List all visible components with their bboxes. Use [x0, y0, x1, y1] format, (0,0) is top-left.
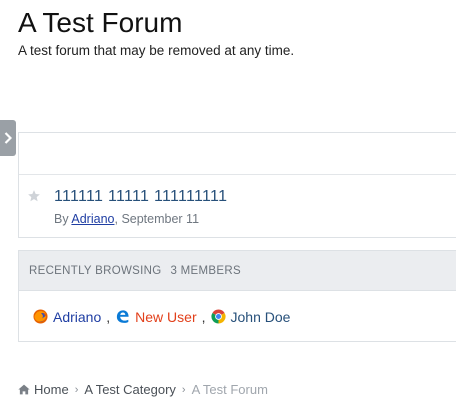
topic-title-link[interactable]: 111111 11111 111111111 [54, 188, 227, 206]
member-separator: , [201, 308, 206, 325]
breadcrumb-current: A Test Forum [191, 382, 268, 397]
chevron-right-icon [4, 132, 12, 144]
recently-browsing-list: Adriano , New User , John Doe [19, 291, 456, 342]
breadcrumb-home-link[interactable]: Home [34, 382, 69, 397]
topic-author-link[interactable]: Adriano [71, 212, 114, 226]
topic-list: 111111 11111 111111111 By Adriano, Septe… [18, 132, 456, 238]
recently-browsing-label: Recently Browsing [29, 264, 162, 277]
forum-description: A test forum that may be removed at any … [18, 43, 295, 58]
firefox-icon [33, 309, 48, 324]
topic-by-label: By [54, 212, 69, 226]
home-icon [18, 384, 30, 395]
member-name-link[interactable]: John Doe [231, 309, 291, 325]
breadcrumb-category-link[interactable]: A Test Category [84, 382, 176, 397]
recently-browsing-panel: Recently Browsing 3 members Adriano , Ne… [18, 250, 456, 342]
member-name-link[interactable]: New User [135, 309, 196, 325]
member-item: Adriano [33, 309, 101, 325]
page-title: A Test Forum [18, 7, 183, 38]
member-name-link[interactable]: Adriano [53, 309, 101, 325]
sidebar-toggle-button[interactable] [0, 120, 16, 156]
forum-page: A Test Forum A test forum that may be re… [0, 0, 456, 420]
chevron-right-icon: › [74, 383, 79, 396]
star-icon[interactable] [27, 189, 41, 203]
topic-date: September 11 [121, 212, 200, 226]
recently-browsing-header: Recently Browsing 3 members [19, 251, 456, 291]
topic-row: 111111 11111 111111111 By Adriano, Septe… [19, 175, 456, 239]
forum-header: A Test Forum A test forum that may be re… [18, 6, 456, 60]
recently-browsing-count: 3 members [170, 264, 241, 277]
member-item: John Doe [210, 309, 291, 325]
member-separator: , [106, 308, 111, 325]
chevron-right-icon: › [181, 383, 186, 396]
member-item: New User [115, 309, 197, 325]
breadcrumb: Home › A Test Category › A Test Forum [18, 382, 268, 397]
topic-meta: By Adriano, September 11 [54, 212, 199, 226]
chrome-icon [210, 309, 226, 324]
edge-icon [117, 310, 129, 323]
topic-list-header [19, 133, 456, 175]
